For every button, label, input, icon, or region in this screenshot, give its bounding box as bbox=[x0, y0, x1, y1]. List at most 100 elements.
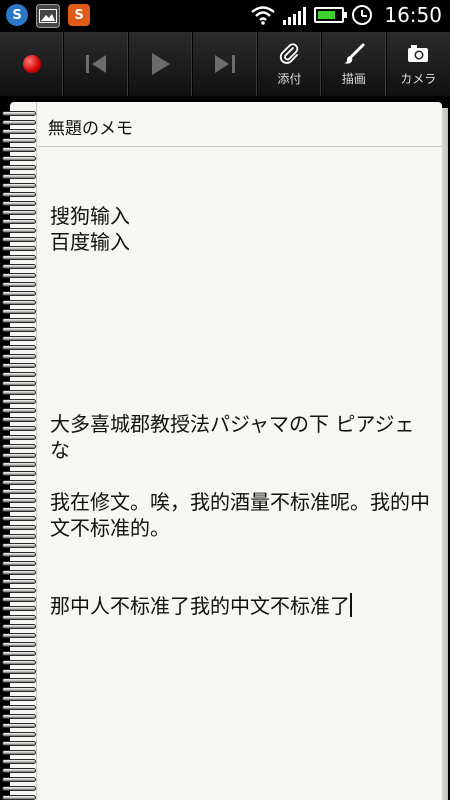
camera-icon bbox=[408, 44, 429, 62]
spiral-ring bbox=[2, 372, 36, 377]
battery-level bbox=[318, 11, 335, 19]
skip-back-icon bbox=[86, 55, 107, 73]
skip-back-button[interactable] bbox=[64, 32, 129, 96]
memo-line: 百度输入 bbox=[50, 230, 130, 254]
spiral-ring bbox=[2, 111, 36, 116]
spiral-ring bbox=[2, 660, 36, 665]
spiral-ring bbox=[2, 219, 36, 224]
skip-forward-button[interactable] bbox=[193, 32, 258, 96]
spiral-ring bbox=[2, 354, 36, 359]
spiral-ring bbox=[2, 543, 36, 548]
spiral-ring bbox=[2, 759, 36, 764]
camera-button[interactable]: カメラ bbox=[387, 32, 450, 96]
spiral-ring bbox=[2, 210, 36, 215]
notification-icons: S S bbox=[6, 4, 90, 28]
spiral-ring bbox=[2, 615, 36, 620]
spiral-ring bbox=[2, 561, 36, 566]
spiral-ring bbox=[2, 399, 36, 404]
clock: 16:50 bbox=[384, 3, 442, 27]
draw-button[interactable]: 描画 bbox=[322, 32, 387, 96]
draw-label: 描画 bbox=[341, 71, 366, 86]
sogou-app-icon: S bbox=[6, 4, 28, 26]
spiral-ring bbox=[2, 237, 36, 242]
spiral-ring bbox=[2, 552, 36, 557]
memo-toolbar: 添付 描画 カメラ bbox=[0, 32, 450, 97]
memo-line: 我在修文。唉，我的酒量不标准呢。我的中文不标准的。 bbox=[50, 490, 430, 540]
attach-button[interactable]: 添付 bbox=[258, 32, 323, 96]
spiral-ring bbox=[2, 489, 36, 494]
spiral-ring bbox=[2, 732, 36, 737]
text-cursor bbox=[350, 593, 352, 617]
spiral-ring bbox=[2, 156, 36, 161]
memo-line: 大多喜城郡教授法パジャマの下 ピアジェな bbox=[50, 412, 415, 462]
record-icon bbox=[22, 55, 41, 73]
spiral-ring bbox=[2, 507, 36, 512]
spiral-ring bbox=[2, 606, 36, 611]
spiral-ring bbox=[2, 246, 36, 251]
spiral-ring bbox=[2, 651, 36, 656]
record-button[interactable] bbox=[0, 32, 65, 96]
spiral-ring bbox=[2, 786, 36, 791]
alarm-icon bbox=[352, 5, 373, 25]
spiral-ring bbox=[2, 255, 36, 260]
spiral-ring bbox=[2, 408, 36, 413]
sogou-input-icon: S bbox=[68, 4, 90, 26]
spiral-ring bbox=[2, 714, 36, 719]
spiral-ring bbox=[2, 516, 36, 521]
title-divider bbox=[36, 146, 442, 147]
paper-edge bbox=[442, 108, 448, 800]
spiral-binding bbox=[0, 97, 40, 800]
spiral-ring bbox=[2, 579, 36, 584]
spiral-ring bbox=[2, 264, 36, 269]
memo-line: 搜狗输入 bbox=[50, 204, 130, 228]
skip-forward-icon bbox=[214, 55, 235, 73]
spiral-ring bbox=[2, 435, 36, 440]
spiral-ring bbox=[2, 777, 36, 782]
spiral-ring bbox=[2, 273, 36, 278]
spiral-ring bbox=[2, 453, 36, 458]
spiral-ring bbox=[2, 390, 36, 395]
battery-icon bbox=[314, 7, 348, 23]
brush-icon bbox=[343, 43, 365, 64]
wifi-icon bbox=[251, 5, 276, 25]
spiral-ring bbox=[2, 471, 36, 476]
spiral-ring bbox=[2, 723, 36, 728]
spiral-ring bbox=[2, 633, 36, 638]
spiral-ring bbox=[2, 588, 36, 593]
spiral-ring bbox=[2, 678, 36, 683]
spiral-ring bbox=[2, 300, 36, 305]
spiral-ring bbox=[2, 318, 36, 323]
memo-line: 那中人不标准了我的中文不标准了 bbox=[50, 594, 350, 618]
spiral-ring bbox=[2, 444, 36, 449]
memo-title[interactable]: 無題のメモ bbox=[48, 114, 133, 139]
spiral-ring bbox=[2, 696, 36, 701]
spiral-ring bbox=[2, 291, 36, 296]
spiral-ring bbox=[2, 165, 36, 170]
paperclip-icon bbox=[280, 42, 299, 64]
status-bar: S S 16:50 bbox=[0, 0, 450, 32]
spiral-ring bbox=[2, 480, 36, 485]
spiral-ring bbox=[2, 642, 36, 647]
spiral-ring bbox=[2, 363, 36, 368]
spiral-ring bbox=[2, 498, 36, 503]
spiral-ring bbox=[2, 426, 36, 431]
spiral-ring bbox=[2, 309, 36, 314]
spiral-ring bbox=[2, 192, 36, 197]
signal-icon bbox=[283, 5, 307, 25]
spiral-ring bbox=[2, 462, 36, 467]
spiral-ring bbox=[2, 336, 36, 341]
system-icons: 16:50 bbox=[251, 3, 442, 27]
spiral-ring bbox=[2, 201, 36, 206]
spiral-ring bbox=[2, 750, 36, 755]
spiral-ring bbox=[2, 345, 36, 350]
spiral-ring bbox=[2, 282, 36, 287]
spiral-ring bbox=[2, 147, 36, 152]
spiral-ring bbox=[2, 174, 36, 179]
memo-body[interactable]: 搜狗输入 百度输入 大多喜城郡教授法パジャマの下 ピアジェな 我在修文。唉，我的… bbox=[50, 203, 430, 619]
spiral-ring bbox=[2, 795, 36, 800]
spiral-ring bbox=[2, 570, 36, 575]
spiral-ring bbox=[2, 624, 36, 629]
play-button[interactable] bbox=[129, 32, 194, 96]
play-icon bbox=[151, 53, 170, 75]
spiral-ring bbox=[2, 768, 36, 773]
